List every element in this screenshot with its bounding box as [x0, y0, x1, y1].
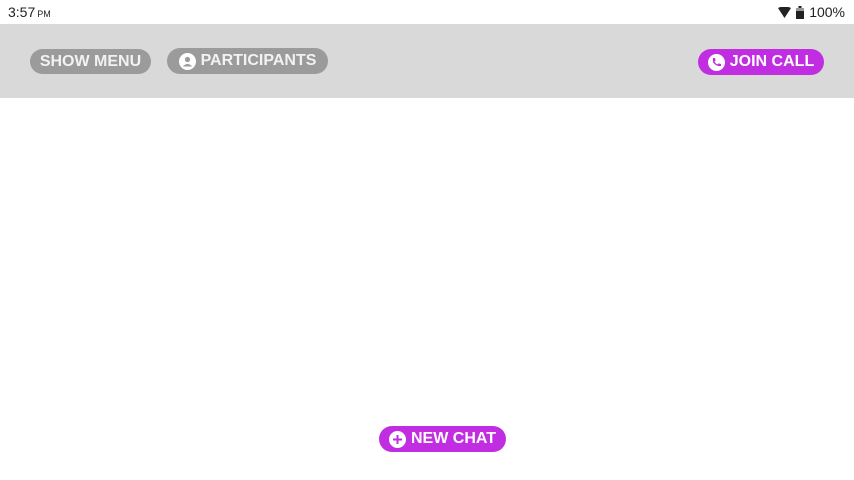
- join-call-label: JOIN CALL: [729, 53, 815, 70]
- battery-percent: 100%: [809, 4, 845, 20]
- person-icon: [178, 52, 196, 70]
- ampm-text: PM: [37, 9, 51, 19]
- show-menu-label: SHOW MENU: [39, 52, 142, 70]
- battery-icon: [796, 5, 805, 19]
- status-bar: 3:57 PM 100%: [0, 0, 854, 24]
- participants-button[interactable]: PARTICIPANTS: [167, 48, 328, 74]
- time-text: 3:57: [8, 4, 36, 20]
- show-menu-button[interactable]: SHOW MENU: [30, 49, 151, 74]
- new-chat-label: NEW CHAT: [410, 430, 497, 447]
- top-toolbar: SHOW MENU PARTICIPANTS JOIN CALL: [0, 24, 854, 98]
- new-chat-button[interactable]: NEW CHAT: [379, 426, 506, 452]
- wifi-icon: [778, 6, 792, 18]
- clock: 3:57 PM: [8, 4, 51, 20]
- join-call-button[interactable]: JOIN CALL: [698, 49, 824, 75]
- plus-circle-icon: [388, 430, 406, 448]
- participants-label: PARTICIPANTS: [200, 52, 317, 69]
- phone-icon: [707, 53, 725, 71]
